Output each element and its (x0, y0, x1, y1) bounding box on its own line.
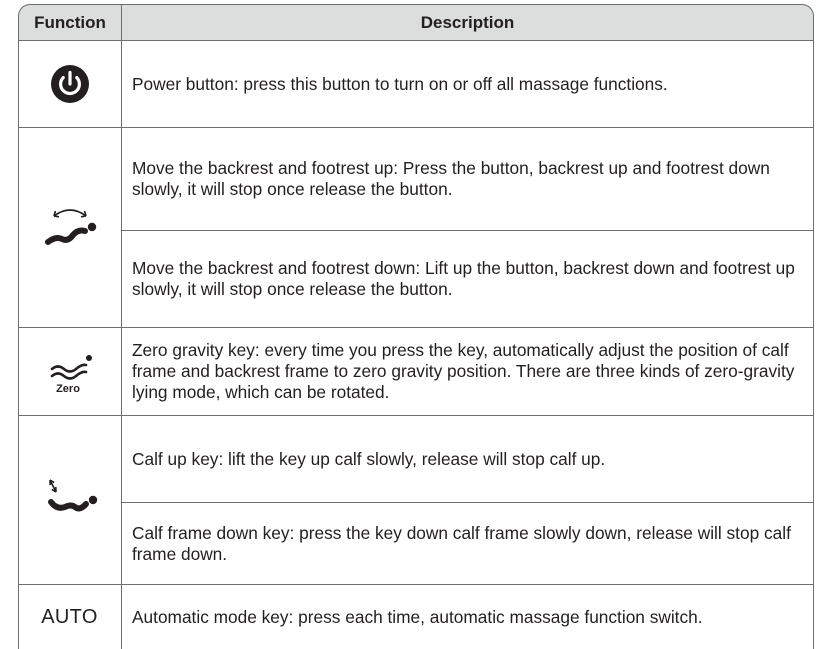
description-column-header: Description (122, 4, 814, 40)
auto-text-icon: AUTO (18, 585, 121, 649)
function-column-header: Function (18, 4, 121, 40)
calf-adjust-icon (18, 416, 121, 584)
function-description-table: Function Description Power button: press… (18, 4, 814, 649)
row-description: Power button: press this button to turn … (132, 73, 668, 94)
recline-backrest-icon (18, 128, 121, 327)
table-right-border (813, 22, 814, 649)
list-item: Calf up key: lift the key up calf slowly… (132, 416, 808, 502)
function-header-label: Function (34, 12, 106, 32)
description-header-label: Description (420, 12, 515, 32)
row-description: Automatic mode key: press each time, aut… (132, 606, 703, 627)
list-item: Move the backrest and footrest up: Press… (132, 128, 808, 230)
auto-icon-label: AUTO (41, 605, 98, 628)
list-item: Calf frame down key: press the key down … (132, 503, 808, 584)
list-item: Move the backrest and footrest down: Lif… (132, 231, 808, 327)
row-description: Move the backrest and footrest down: Lif… (132, 258, 795, 299)
list-item: Power button: press this button to turn … (132, 41, 808, 127)
zero-gravity-icon: Zero (18, 328, 121, 415)
power-icon (18, 41, 121, 127)
row-description: Calf up key: lift the key up calf slowly… (132, 448, 606, 469)
row-description: Calf frame down key: press the key down … (132, 522, 791, 564)
row-description: Zero gravity key: every time you press t… (132, 340, 795, 402)
list-item: Zero gravity key: every time you press t… (132, 328, 808, 415)
list-item: Automatic mode key: press each time, aut… (132, 585, 808, 649)
row-description: Move the backrest and footrest up: Press… (132, 158, 770, 199)
zero-icon-label: Zero (56, 383, 80, 395)
